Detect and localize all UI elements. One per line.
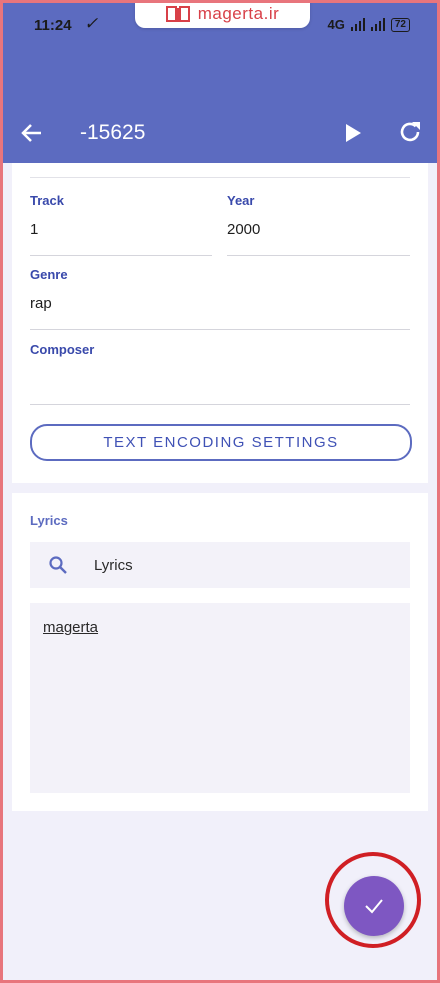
app-bar: 11:24 ✓ 4G 72 magerta.ir -15625 <box>0 0 440 163</box>
page-title: -15625 <box>80 121 146 144</box>
track-field[interactable]: Track 1 <box>30 193 212 256</box>
play-icon <box>346 124 361 142</box>
battery-level: 72 <box>390 17 410 32</box>
lyrics-search-label: Lyrics <box>94 556 133 574</box>
year-value: 2000 <box>227 221 261 238</box>
search-icon <box>49 556 67 574</box>
text-encoding-settings-button[interactable]: TEXT ENCODING SETTINGS <box>30 424 412 461</box>
arrow-left-icon <box>21 124 41 142</box>
save-fab-button[interactable] <box>344 876 404 936</box>
composer-field[interactable]: Composer <box>30 342 410 405</box>
lyrics-text-area[interactable]: magerta <box>30 603 410 793</box>
genre-label: Genre <box>30 267 68 282</box>
status-indicators: 4G 72 <box>328 17 410 32</box>
track-label: Track <box>30 193 64 208</box>
year-underline <box>227 255 410 256</box>
notification-icon: ✓ <box>84 14 99 33</box>
book-icon <box>165 6 190 22</box>
track-value: 1 <box>30 221 39 238</box>
tag-editor-card: Track 1 Year 2000 Genre rap Composer TEX… <box>12 163 428 483</box>
watermark-text: magerta.ir <box>197 4 280 23</box>
network-type: 4G <box>327 17 345 32</box>
lyrics-section-title: Lyrics <box>30 513 68 528</box>
year-field[interactable]: Year 2000 <box>227 193 410 256</box>
track-underline <box>30 255 212 256</box>
status-time: 11:24 <box>34 17 72 34</box>
composer-underline <box>30 404 410 405</box>
signal-icon <box>350 18 365 31</box>
genre-underline <box>30 329 410 330</box>
refresh-button[interactable] <box>396 118 424 146</box>
genre-field[interactable]: Genre rap <box>30 267 410 330</box>
divider <box>30 177 410 178</box>
back-button[interactable] <box>18 120 46 146</box>
refresh-icon <box>400 122 420 142</box>
genre-value: rap <box>30 295 52 312</box>
watermark-badge: magerta.ir <box>135 0 310 28</box>
lyrics-card: Lyrics Lyrics magerta <box>12 493 428 811</box>
year-label: Year <box>227 193 255 208</box>
lyrics-search-button[interactable]: Lyrics <box>30 542 410 588</box>
signal-icon-2 <box>370 18 385 31</box>
lyrics-text: magerta <box>43 619 99 636</box>
play-button[interactable] <box>340 120 366 146</box>
check-icon <box>365 899 383 914</box>
composer-label: Composer <box>30 342 95 357</box>
